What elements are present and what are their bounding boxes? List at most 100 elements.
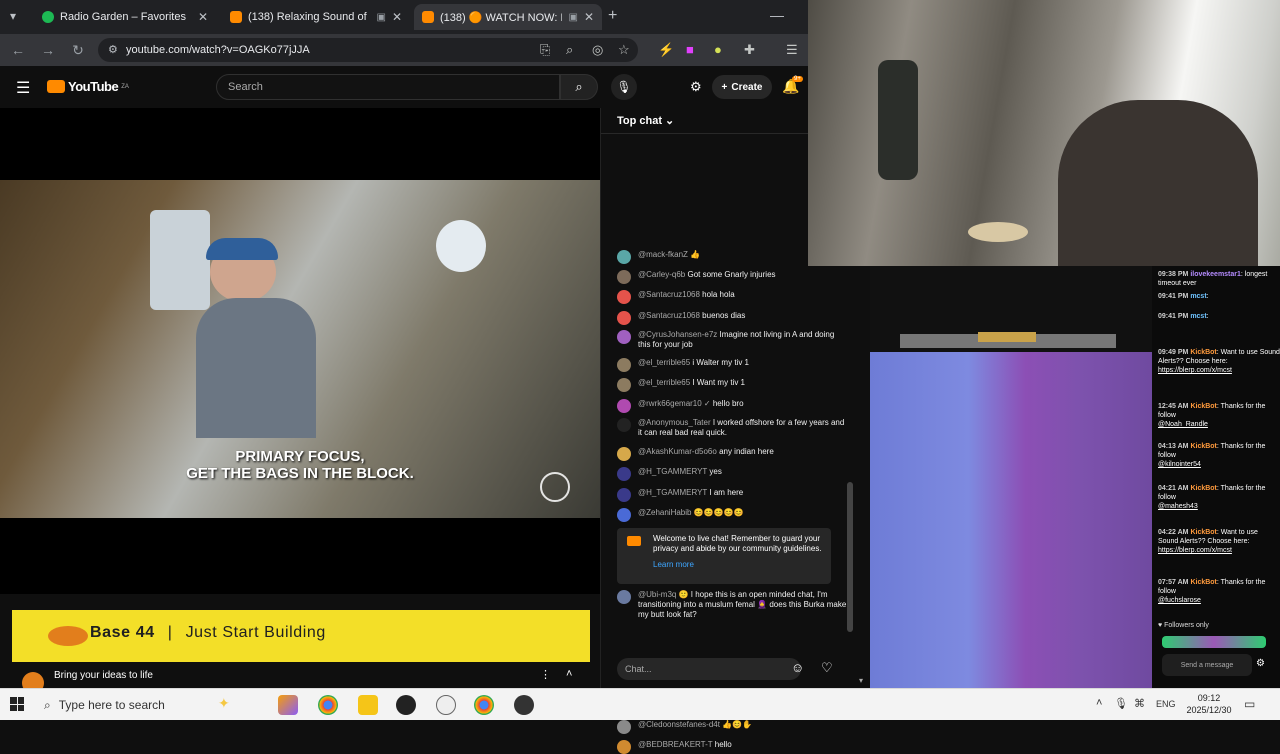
kick-username[interactable]: ilovekeemstar1 [1190, 271, 1241, 278]
extension-3-icon[interactable]: ● [714, 42, 722, 57]
address-bar[interactable]: ⚙ youtube.com/watch?v=OAGKo77jJJA [98, 38, 638, 62]
chat-author[interactable]: @el_terrible65 [638, 378, 690, 387]
mic-tray-icon[interactable]: 🎙 [1114, 697, 1128, 710]
chat-author[interactable]: @CyrusJohansen-e7z [638, 330, 717, 339]
extension-1-icon[interactable]: ⚡ [658, 42, 674, 58]
chat-avatar[interactable] [617, 330, 631, 344]
chat-input[interactable]: Chat... [617, 658, 801, 680]
app-icon-5[interactable] [436, 695, 456, 715]
chat-author[interactable]: @rwrk66gemar10 ✓ [638, 399, 711, 408]
eye-blocked-icon[interactable]: ◎ [592, 42, 603, 58]
reload-icon[interactable]: ↻ [66, 42, 90, 59]
chat-avatar[interactable] [617, 290, 631, 304]
zoom-icon[interactable]: ⌕ [566, 42, 573, 58]
chat-author[interactable]: @Ubi-m3q [638, 590, 676, 599]
chat-author[interactable]: @BEDBREAKERT-T [638, 740, 713, 749]
tab-watch-now-active[interactable]: (138) 🟠 WATCH NOW: Mo ▣ ✕ [414, 4, 602, 30]
cast-icon[interactable]: ⚙ [690, 79, 702, 95]
chat-avatar[interactable] [617, 590, 631, 604]
chrome-profile-icon[interactable] [474, 695, 494, 715]
chat-avatar[interactable] [617, 358, 631, 372]
forward-icon[interactable]: → [36, 42, 60, 58]
chat-author[interactable]: @Santacruz1068 [638, 290, 700, 299]
kick-message-input[interactable]: Send a message [1162, 654, 1252, 676]
chat-author[interactable]: @mack-fkanZ [638, 250, 688, 259]
chat-avatar[interactable] [617, 720, 631, 734]
kick-username[interactable]: KickBot [1190, 403, 1216, 410]
collapse-chevron-icon[interactable]: ˄ [566, 668, 572, 680]
tab-relaxing-sound[interactable]: (138) Relaxing Sound of Ra ▣ ✕ [222, 4, 410, 30]
site-info-icon[interactable]: ⚙ [108, 43, 118, 56]
minimize-window-button[interactable]: — [770, 7, 784, 23]
close-tab-icon[interactable]: ✕ [584, 10, 594, 24]
chat-avatar[interactable] [617, 270, 631, 284]
chat-avatar[interactable] [617, 740, 631, 754]
chat-avatar[interactable] [617, 311, 631, 325]
chat-author[interactable]: @Cledoonstefanes-d4t [638, 720, 720, 729]
system-clock[interactable]: 09:12 2025/12/30 [1184, 692, 1234, 716]
chat-author[interactable]: @Carley-q6b [638, 270, 685, 279]
kick-link[interactable]: https://blerp.com/x/mcst [1158, 547, 1232, 554]
chat-author[interactable]: @H_TGAMMERYT [638, 467, 707, 476]
settings-icon[interactable]: ⚙ [1256, 658, 1265, 669]
chat-avatar[interactable] [617, 488, 631, 502]
kick-username[interactable]: mcst [1190, 313, 1206, 320]
tray-chevron-icon[interactable]: ˄ [1096, 697, 1102, 709]
file-explorer-icon[interactable] [358, 695, 378, 715]
obs-icon[interactable] [396, 695, 416, 715]
back-icon[interactable]: ← [6, 42, 30, 58]
chat-author[interactable]: @H_TGAMMERYT [638, 488, 707, 497]
chat-author[interactable]: @Anonymous_Tater [638, 418, 711, 427]
taskbar-search[interactable]: ⌕ Type here to search [36, 694, 210, 716]
language-indicator[interactable]: ENG [1156, 699, 1176, 709]
kick-link[interactable]: @kilnointer54 [1158, 461, 1201, 468]
emoji-icon[interactable]: ☺ [791, 660, 804, 675]
menu-icon[interactable]: ☰ [16, 78, 30, 98]
youtube-logo[interactable]: YouTube ZA [47, 79, 129, 94]
kick-link[interactable]: @mahesh43 [1158, 503, 1198, 510]
chat-avatar[interactable] [617, 418, 631, 432]
search-button[interactable]: ⌕ [560, 74, 598, 100]
kick-username[interactable]: KickBot [1190, 443, 1216, 450]
chat-avatar[interactable] [617, 399, 631, 413]
notification-center-icon[interactable]: ▭ [1244, 697, 1255, 711]
close-tab-icon[interactable]: ✕ [198, 10, 208, 24]
kick-username[interactable]: KickBot [1190, 529, 1216, 536]
kick-link[interactable]: https://blerp.com/x/mcst [1158, 367, 1232, 374]
heart-icon[interactable]: ♡ [821, 660, 833, 676]
voice-search-button[interactable]: 🎙 [611, 74, 637, 100]
kick-username[interactable]: mcst [1190, 293, 1206, 300]
learn-more-link[interactable]: Learn more [653, 560, 823, 570]
chat-avatar[interactable] [617, 467, 631, 481]
ad-banner[interactable]: Base 44 | Just Start Building [12, 610, 590, 662]
create-button[interactable]: + Create [712, 75, 772, 99]
video-player[interactable]: PRIMARY FOCUS, GET THE BAGS IN THE BLOCK… [0, 108, 600, 594]
kick-username[interactable]: KickBot [1190, 485, 1216, 492]
copilot-icon[interactable] [278, 695, 298, 715]
kick-link[interactable]: @Noah_Randle [1158, 421, 1208, 428]
chat-avatar[interactable] [617, 508, 631, 522]
tab-radio-garden[interactable]: Radio Garden – Favorites ✕ [34, 4, 216, 30]
search-input[interactable]: Search [216, 74, 560, 100]
app-icon-7[interactable] [514, 695, 534, 715]
chrome-icon[interactable] [318, 695, 338, 715]
windows-start-icon[interactable] [10, 697, 24, 711]
scroll-down-icon[interactable]: ▾ [859, 676, 863, 685]
tab-search-icon[interactable]: ▾ [10, 9, 24, 23]
emote-row[interactable] [1162, 636, 1266, 648]
chat-avatar[interactable] [617, 378, 631, 392]
side-panel-icon[interactable]: ☰ [786, 42, 798, 58]
chat-avatar[interactable] [617, 250, 631, 264]
new-tab-button[interactable]: + [608, 7, 617, 25]
network-icon[interactable]: ⌘ [1134, 697, 1145, 710]
kick-username[interactable]: KickBot [1190, 579, 1216, 586]
install-app-icon[interactable]: ⎘ [540, 42, 550, 58]
bookmark-star-icon[interactable]: ☆ [618, 42, 630, 58]
extensions-puzzle-icon[interactable]: ✚ [744, 42, 755, 58]
more-options-icon[interactable]: ⋮ [540, 668, 551, 681]
close-tab-icon[interactable]: ✕ [392, 10, 402, 24]
chat-scrollbar[interactable] [847, 482, 853, 632]
extension-2-icon[interactable]: ■ [686, 42, 694, 57]
chat-author[interactable]: @ZehaniHabib [638, 508, 691, 517]
chat-avatar[interactable] [617, 447, 631, 461]
